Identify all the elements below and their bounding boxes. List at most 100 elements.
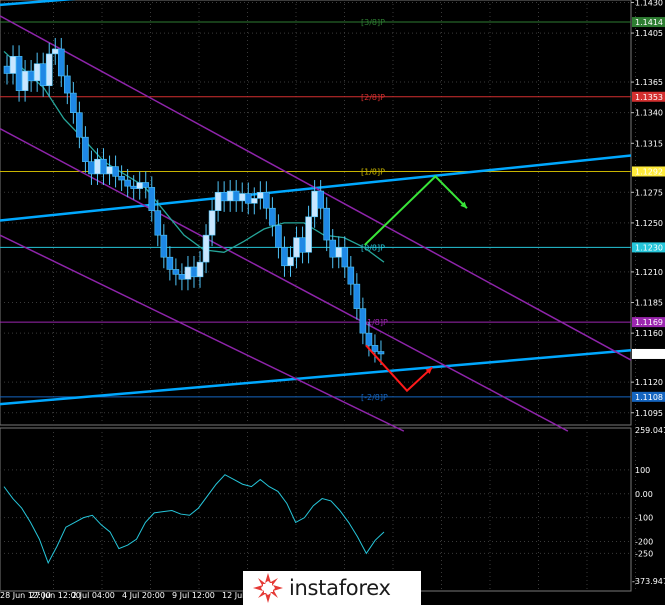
time-tick-label: 9 Jul 12:00 bbox=[172, 591, 215, 600]
candle bbox=[64, 64, 71, 105]
candle bbox=[88, 150, 95, 185]
trading-chart: [3/8]P[2/8]P[1/8]P[0/8]P[-1/8]P[-2/8]P 1… bbox=[0, 0, 665, 600]
candle bbox=[148, 176, 156, 222]
candle bbox=[9, 45, 17, 85]
candle-body bbox=[33, 63, 41, 82]
candle bbox=[299, 226, 306, 264]
cci-line bbox=[3, 474, 385, 565]
price-tick-label: 1.1185 bbox=[635, 299, 663, 308]
price-tick-label: 1.1405 bbox=[635, 29, 663, 38]
candle-body bbox=[70, 92, 77, 113]
candle-body bbox=[275, 225, 282, 248]
candle bbox=[323, 197, 330, 252]
candle-body bbox=[190, 266, 198, 278]
price-tick-label: 1.1095 bbox=[635, 409, 663, 418]
candle bbox=[57, 37, 65, 87]
candle bbox=[341, 236, 349, 279]
candle-body bbox=[15, 56, 23, 91]
candle-body bbox=[100, 158, 107, 175]
candle-body bbox=[238, 193, 246, 202]
candle bbox=[21, 60, 29, 102]
candle-body bbox=[208, 210, 216, 236]
price-tick-label: 1.1365 bbox=[635, 78, 663, 87]
candle-body bbox=[359, 308, 367, 334]
price-label-text: 1.1143 bbox=[635, 350, 663, 359]
candle-body bbox=[353, 283, 361, 309]
price-label-text: 1.1169 bbox=[635, 318, 663, 327]
candle bbox=[112, 155, 119, 188]
price-label-text: 1.1353 bbox=[635, 93, 663, 102]
candle-body bbox=[178, 274, 186, 280]
candle-body bbox=[341, 247, 349, 268]
candle-body bbox=[226, 190, 234, 202]
candle-body bbox=[196, 261, 204, 278]
candle-body bbox=[293, 237, 300, 258]
price-tick-label: 1.1250 bbox=[635, 219, 663, 228]
candle bbox=[190, 255, 198, 288]
murray-level-label: [2/8]P bbox=[361, 93, 385, 102]
candle-body bbox=[9, 56, 17, 74]
time-tick-label: 4 Jul 20:00 bbox=[122, 591, 165, 600]
murray-level-label: [-2/8]P bbox=[361, 393, 388, 402]
candle bbox=[3, 55, 11, 85]
candle bbox=[214, 181, 222, 222]
candle-body bbox=[27, 70, 35, 82]
candle bbox=[329, 229, 337, 269]
candle bbox=[172, 258, 180, 286]
cci-frame bbox=[0, 427, 632, 592]
candle bbox=[118, 165, 125, 192]
candle bbox=[202, 224, 210, 274]
candle bbox=[196, 251, 204, 288]
candle-body bbox=[377, 351, 385, 355]
price-tick-label: 1.1340 bbox=[635, 109, 663, 118]
candle-body bbox=[76, 112, 83, 138]
candle-body bbox=[323, 207, 330, 241]
candle bbox=[100, 148, 107, 185]
candle bbox=[232, 180, 240, 212]
candle-body bbox=[21, 70, 29, 91]
cci-tick-label: 100 bbox=[635, 466, 650, 475]
candle bbox=[281, 236, 288, 277]
candle-body bbox=[64, 75, 71, 94]
candle bbox=[106, 155, 113, 185]
candle-body bbox=[220, 191, 228, 202]
price-label-text: 1.1108 bbox=[635, 393, 663, 402]
candle bbox=[45, 42, 53, 97]
candle bbox=[15, 45, 23, 102]
candle-body bbox=[51, 48, 59, 55]
trend-channel-line bbox=[0, 15, 632, 361]
candle-body bbox=[299, 237, 306, 253]
candle bbox=[251, 187, 258, 215]
candle bbox=[33, 52, 41, 92]
price-tick-label: 1.1430 bbox=[635, 0, 663, 7]
candle-body bbox=[263, 191, 270, 209]
candle-body bbox=[94, 158, 101, 175]
candle-body bbox=[311, 190, 318, 218]
candle-body bbox=[57, 48, 65, 77]
candle-body bbox=[166, 256, 174, 270]
candle bbox=[238, 182, 246, 212]
candle-body bbox=[112, 166, 119, 177]
cci-tick-label: -250 bbox=[635, 549, 653, 558]
price-tick-label: 1.1210 bbox=[635, 268, 663, 277]
candle-body bbox=[39, 63, 47, 87]
candle bbox=[244, 182, 252, 215]
candle bbox=[142, 171, 150, 199]
instaforex-logo-icon bbox=[253, 573, 283, 603]
candle bbox=[208, 199, 216, 247]
candle bbox=[70, 82, 77, 124]
candle bbox=[220, 181, 228, 212]
candle bbox=[160, 224, 168, 269]
candle-body bbox=[347, 266, 355, 285]
price-label-text: 1.1414 bbox=[635, 18, 663, 27]
cci-top-label: 259.041 bbox=[635, 426, 665, 435]
candle bbox=[27, 60, 35, 92]
forecast-path bbox=[364, 174, 468, 246]
candle bbox=[263, 181, 270, 220]
price-tick-label: 1.1160 bbox=[635, 329, 663, 338]
candle bbox=[166, 246, 174, 281]
candle bbox=[293, 226, 300, 269]
candle-body bbox=[232, 190, 240, 202]
candle-body bbox=[106, 166, 113, 175]
cci-bottom-label: -373.947 bbox=[632, 577, 665, 586]
